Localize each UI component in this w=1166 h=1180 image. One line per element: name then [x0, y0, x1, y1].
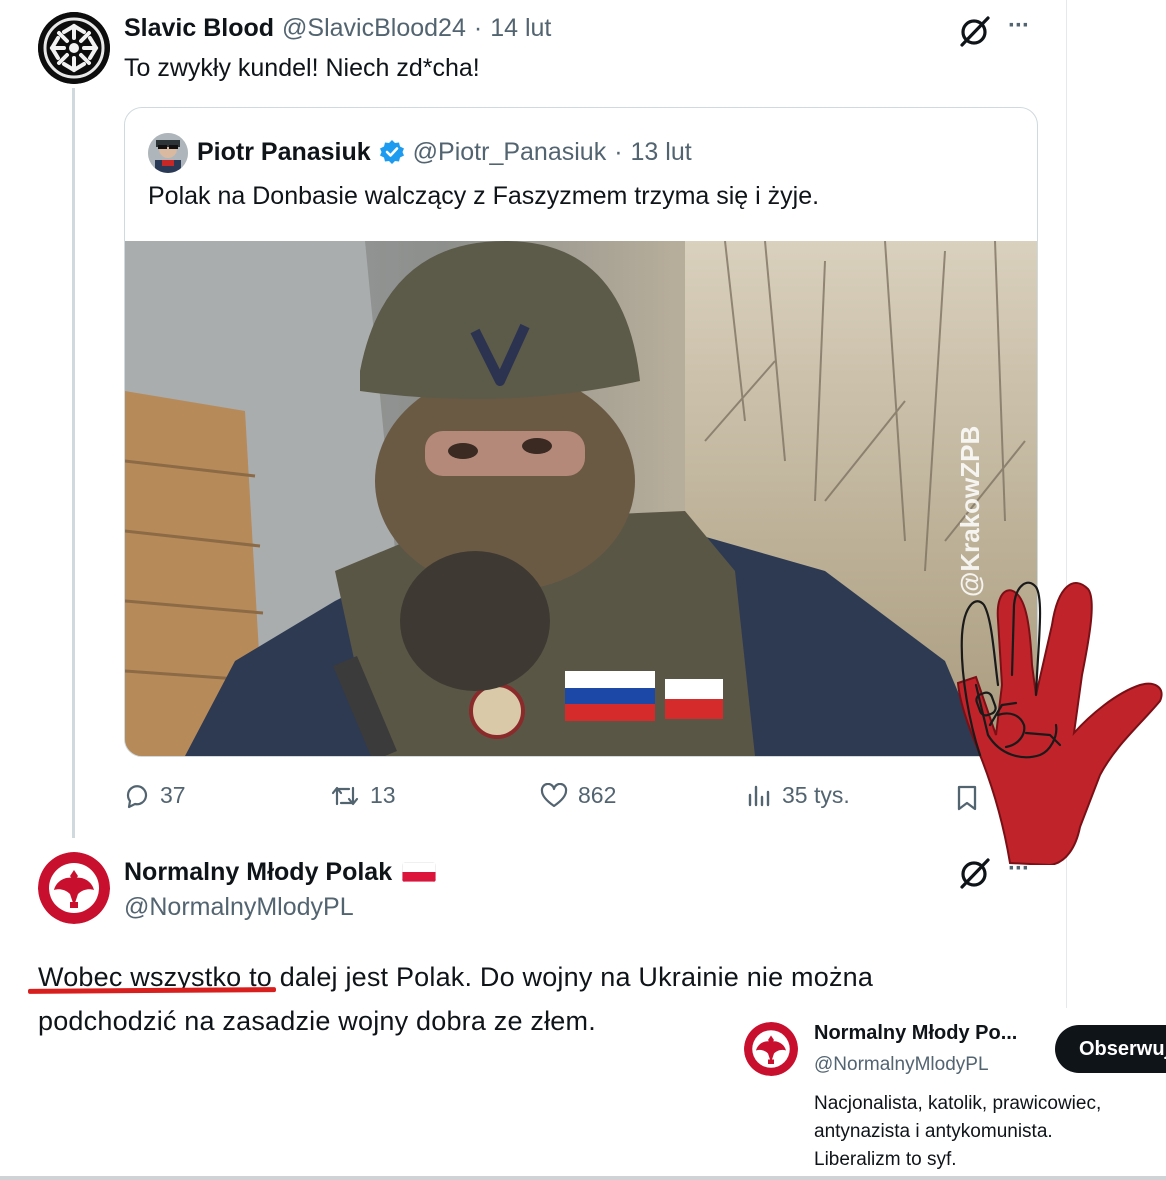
views-count: 35 tys.	[782, 782, 850, 808]
tweet1-separator: ·	[473, 13, 483, 42]
profile-card-bio-line: Liberalizm to syf.	[814, 1149, 957, 1170]
tweet1-author-handle[interactable]: @SlavicBlood24	[282, 14, 466, 43]
retweet-icon	[330, 783, 360, 809]
slavic-blood-avatar[interactable]	[38, 12, 110, 84]
tweet1-header: Slavic Blood @SlavicBlood24 · 14 lut	[124, 12, 551, 44]
profile-card-handle[interactable]: @NormalnyMlodyPL	[814, 1054, 989, 1076]
tweet2-author-name[interactable]: Normalny Młody Polak	[124, 858, 392, 887]
quote-header: Piotr Panasiuk @Piotr_Panasiuk · 13 lut	[197, 136, 692, 168]
tweet1-text: To zwykły kundel! Niech zd*cha!	[124, 54, 480, 82]
profile-card-bio: Nacjonalista, katolik, prawicowiec, anty…	[814, 1090, 1101, 1174]
tweet2-header: Normalny Młody Polak	[124, 855, 437, 889]
retweet-action[interactable]: 13	[330, 782, 396, 809]
views-icon	[746, 783, 772, 809]
tweet1-more-icon[interactable]: ···	[1008, 12, 1030, 40]
quote-date[interactable]: 13 lut	[631, 138, 692, 167]
quote-text: Polak na Donbasie walczący z Faszyzmem t…	[148, 182, 820, 210]
hand-gesture-icon	[940, 565, 1166, 867]
quote-photo[interactable]: @KrakowZPB	[125, 240, 1037, 756]
reply-count: 37	[160, 782, 186, 808]
views-action[interactable]: 35 tys.	[746, 782, 850, 809]
verified-icon	[379, 139, 405, 165]
bottom-divider	[0, 1176, 1166, 1180]
normalny-mlody-polak-avatar[interactable]	[38, 852, 110, 924]
profile-card-name[interactable]: Normalny Młody Po...	[814, 1022, 1017, 1045]
thread-connector-line	[72, 88, 75, 838]
quoted-tweet-card[interactable]: Piotr Panasiuk @Piotr_Panasiuk · 13 lut …	[124, 107, 1038, 757]
tweet2-author-handle[interactable]: @NormalnyMlodyPL	[124, 893, 354, 922]
piotr-panasiuk-avatar[interactable]	[148, 133, 188, 173]
quote-author-name[interactable]: Piotr Panasiuk	[197, 138, 371, 167]
like-count: 862	[578, 782, 617, 808]
profile-card-bio-line: antynazista i antykomunista.	[814, 1121, 1053, 1142]
like-action[interactable]: 862	[540, 782, 616, 809]
retweet-count: 13	[370, 782, 396, 808]
profile-card-bio-line: Nacjonalista, katolik, prawicowiec,	[814, 1093, 1102, 1114]
quote-author-handle[interactable]: @Piotr_Panasiuk	[413, 138, 607, 167]
profile-card-avatar[interactable]	[744, 1022, 798, 1076]
tweet1-date[interactable]: 14 lut	[490, 14, 551, 43]
like-icon	[540, 782, 568, 809]
reply-icon	[124, 783, 150, 809]
quote-separator: ·	[614, 137, 623, 166]
follow-button[interactable]: Obserwuj	[1055, 1025, 1166, 1073]
poland-flag-icon	[402, 862, 437, 882]
grok-icon[interactable]	[958, 14, 992, 53]
tweet1-author-name[interactable]: Slavic Blood	[124, 14, 274, 43]
reply-action[interactable]: 37	[124, 782, 186, 809]
